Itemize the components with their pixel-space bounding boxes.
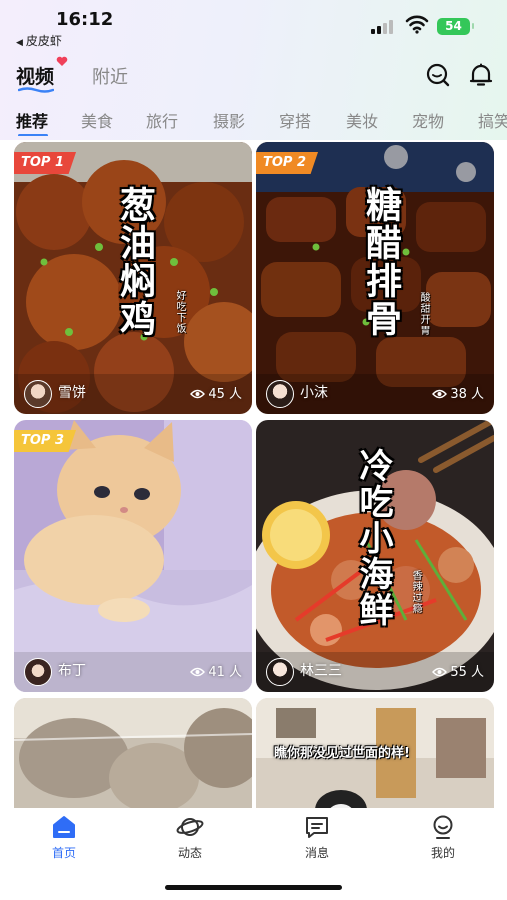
eye-icon [190, 389, 206, 399]
viewer-count: 45 人 [190, 383, 242, 402]
video-subtitle: 好吃下饭 [174, 290, 185, 334]
video-subtitle: 酸甜开胃 [418, 292, 429, 336]
tab-nearby[interactable]: 附近 [92, 63, 128, 89]
viewer-count-value: 55 人 [450, 665, 484, 680]
nav-profile-label: 我的 [430, 846, 455, 860]
viewer-count: 41 人 [190, 661, 242, 680]
back-triangle-icon: ◀ [16, 38, 23, 48]
eye-icon [190, 667, 206, 677]
home-icon [53, 816, 75, 838]
card-footer: 小沫 38 人 [256, 374, 494, 414]
video-card[interactable] [14, 698, 252, 808]
rank-badge: TOP 3 [14, 430, 77, 452]
planet-icon [176, 818, 204, 836]
eye-icon [432, 667, 448, 677]
active-tab-underline [18, 87, 54, 93]
rank-badge: TOP 2 [256, 152, 319, 174]
avatar[interactable] [266, 380, 294, 408]
nav-feed[interactable]: 动态 [150, 814, 230, 861]
video-subtitle: 香辣过瘾 [410, 570, 421, 614]
thumbnail-cats-window [14, 698, 252, 808]
nav-profile[interactable]: 我的 [403, 814, 483, 861]
video-feed: TOP 1 葱油焖鸡 好吃下饭 雪饼 45 人 TOP 2 糖醋排骨 酸甜开胃 … [0, 142, 507, 808]
viewer-count-value: 45 人 [208, 387, 242, 402]
battery-level: 54 [445, 19, 462, 33]
author-name[interactable]: 布丁 [58, 660, 86, 680]
category-tabs: 推荐 美食 旅行 摄影 穿搭 美妆 宠物 搞笑 [0, 108, 507, 136]
wifi-icon [405, 15, 429, 34]
back-to-app-link[interactable]: ◀ 皮皮虾 [16, 32, 62, 49]
message-icon [306, 817, 328, 838]
category-makeup[interactable]: 美妆 [346, 108, 378, 132]
avatar[interactable] [24, 658, 52, 686]
viewer-count-value: 41 人 [208, 665, 242, 680]
eye-icon [432, 389, 448, 399]
profile-icon [433, 815, 453, 839]
cellular-signal-icon [371, 18, 397, 34]
category-outfit[interactable]: 穿搭 [279, 108, 311, 132]
video-caption: 瞧你那没见过世面的样! [274, 746, 410, 761]
video-card[interactable]: 冷吃小海鲜 香辣过瘾 林三三 55 人 [256, 420, 494, 692]
viewer-count-value: 38 人 [450, 387, 484, 402]
nav-feed-label: 动态 [177, 846, 202, 860]
viewer-count: 38 人 [432, 383, 484, 402]
video-title: 葱油焖鸡 [114, 186, 155, 338]
rank-badge: TOP 1 [14, 152, 77, 174]
tab-video[interactable]: 视频 [16, 56, 68, 93]
author-name[interactable]: 林三三 [300, 660, 342, 680]
video-card[interactable]: TOP 1 葱油焖鸡 好吃下饭 雪饼 45 人 [14, 142, 252, 414]
video-card[interactable]: TOP 3 布丁 41 人 [14, 420, 252, 692]
avatar[interactable] [24, 380, 52, 408]
nav-home-label: 首页 [51, 846, 76, 860]
status-time: 16:12 [56, 9, 114, 30]
category-food[interactable]: 美食 [81, 108, 113, 132]
nav-messages[interactable]: 消息 [277, 814, 357, 861]
nav-home[interactable]: 首页 [24, 814, 104, 861]
nav-messages-label: 消息 [304, 846, 329, 860]
category-funny[interactable]: 搞笑 [478, 108, 507, 132]
tab-video-label: 视频 [16, 66, 55, 88]
card-footer: 林三三 55 人 [256, 652, 494, 692]
avatar[interactable] [266, 658, 294, 686]
battery-indicator: 54 [437, 18, 474, 35]
home-indicator[interactable] [165, 885, 342, 890]
author-name[interactable]: 小沫 [300, 382, 328, 402]
video-title: 冷吃小海鲜 [353, 448, 393, 628]
category-active-indicator [18, 134, 48, 136]
back-app-label: 皮皮虾 [25, 34, 62, 48]
author-name[interactable]: 雪饼 [58, 382, 86, 402]
category-travel[interactable]: 旅行 [146, 108, 178, 132]
viewer-count: 55 人 [432, 661, 484, 680]
video-card[interactable]: 瞧你那没见过世面的样! [256, 698, 494, 808]
category-photography[interactable]: 摄影 [213, 108, 245, 132]
category-recommend[interactable]: 推荐 [16, 108, 48, 132]
category-pets[interactable]: 宠物 [412, 108, 444, 132]
video-title: 糖醋排骨 [360, 186, 401, 338]
card-footer: 雪饼 45 人 [14, 374, 252, 414]
search-icon[interactable] [425, 62, 451, 88]
status-bar: 16:12 ◀ 皮皮虾 54 [0, 0, 507, 52]
video-card[interactable]: TOP 2 糖醋排骨 酸甜开胃 小沫 38 人 [256, 142, 494, 414]
heart-icon [56, 56, 68, 66]
bell-icon[interactable] [468, 62, 494, 88]
card-footer: 布丁 41 人 [14, 652, 252, 692]
